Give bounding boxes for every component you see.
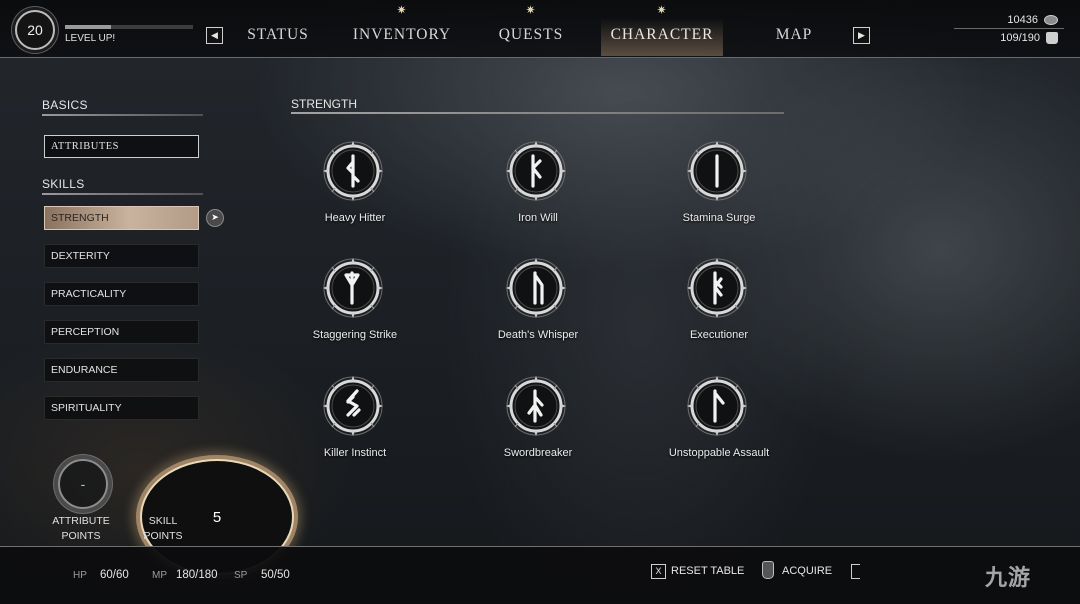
attributes-button[interactable]: ATTRIBUTES [44,135,199,158]
skill-tree-rule [291,112,784,114]
sp-label: SP [234,570,248,581]
tab-quests-label: QUESTS [498,26,564,43]
skill-category-perception[interactable]: PERCEPTION [44,320,199,344]
rune-killer-instinct-icon [323,376,383,436]
level-value: 20 [27,22,43,38]
next-tab-button[interactable]: ▶ [853,27,870,44]
top-bar: 20 LEVEL UP! ◀ STATUS ✷ INVENTORY ✷ QUES… [0,0,1080,58]
hp-label: HP [73,570,87,581]
sp-value: 50/50 [261,569,290,581]
attribute-points-badge: - [58,459,108,509]
tab-character[interactable]: ✷ CHARACTER [601,4,723,56]
skill-node-label: Killer Instinct [323,447,387,459]
skill-node-label: Unstoppable Assault [668,447,770,459]
attribute-points-label-line2: POINTS [61,530,101,542]
partial-key-icon [851,564,860,579]
acquire-key-icon[interactable] [762,561,774,579]
weight-bag-icon [1046,32,1058,44]
attribute-points-label: ATTRIBUTE POINTS [36,514,126,544]
hp-value: 60/60 [100,569,129,581]
tab-character-star-icon: ✷ [656,3,668,17]
rune-unstoppable-assault-icon [687,376,747,436]
level-up-label: LEVEL UP! [65,33,116,44]
skill-node[interactable]: Heavy Hitter [280,140,430,252]
rune-heavy-hitter-icon [323,141,383,201]
tab-quests[interactable]: ✷ QUESTS [490,4,572,56]
rune-deaths-whisper-icon [506,258,566,318]
skill-node-label: Death's Whisper [497,329,579,341]
skill-category-dexterity[interactable]: DEXTERITY [44,244,199,268]
skill-points-label: SKILL POINTS [118,514,208,544]
rune-swordbreaker-icon [506,376,566,436]
xp-bar-fill [65,25,112,29]
skill-category-endurance[interactable]: ENDURANCE [44,358,199,382]
basics-rule [42,114,203,116]
skill-node[interactable]: Swordbreaker [463,375,613,487]
currency-panel: 10436 109/190 [1000,11,1058,47]
tab-character-label: CHARACTER [610,26,714,43]
skill-node-label: Staggering Strike [312,329,398,341]
skill-node-label: Swordbreaker [503,447,573,459]
skills-rule [42,193,203,195]
tab-status[interactable]: STATUS [236,18,320,56]
xp-bar [65,25,193,29]
skill-tree-title: STRENGTH [291,97,357,111]
rune-iron-will-icon [506,141,566,201]
coin-icon [1044,15,1058,25]
skill-node[interactable]: Iron Will [463,140,613,252]
skill-node-label: Heavy Hitter [324,212,386,224]
tab-map-label: MAP [775,26,813,43]
level-badge: 20 [15,10,55,50]
selection-pointer-icon: ➤ [206,209,224,227]
rune-staggering-strike-icon [323,258,383,318]
tab-inventory-label: INVENTORY [352,26,452,43]
carry-weight-value: 109/190 [1000,32,1040,44]
watermark-logo: 九游 [985,565,1032,590]
reset-key-icon[interactable]: X [651,564,666,579]
tab-inventory[interactable]: ✷ INVENTORY [346,4,458,56]
skill-node[interactable]: Killer Instinct [280,375,430,487]
attribute-points-value: - [80,476,86,492]
skills-heading: SKILLS [42,177,85,191]
reset-table-button[interactable]: RESET TABLE [671,565,744,577]
skill-node-label: Executioner [689,329,749,341]
skill-node[interactable]: Unstoppable Assault [644,375,794,487]
skill-category-strength[interactable]: STRENGTH [44,206,199,230]
acquire-button[interactable]: ACQUIRE [782,565,832,577]
tab-inventory-star-icon: ✷ [396,3,408,17]
tab-quests-star-icon: ✷ [525,3,537,17]
skill-points-label-line1: SKILL [148,515,178,527]
skill-category-spirituality[interactable]: SPIRITUALITY [44,396,199,420]
skill-node[interactable]: Staggering Strike [280,257,430,369]
skill-node[interactable]: Stamina Surge [644,140,794,252]
skill-node-label: Stamina Surge [682,212,756,224]
attribute-points-label-line1: ATTRIBUTE [52,515,110,527]
mp-label: MP [152,570,167,581]
rune-stamina-surge-icon [687,141,747,201]
skill-points-label-line2: POINTS [143,530,183,542]
prev-tab-button[interactable]: ◀ [206,27,223,44]
skill-category-practicality[interactable]: PRACTICALITY [44,282,199,306]
skill-node[interactable]: Death's Whisper [463,257,613,369]
mp-value: 180/180 [176,569,218,581]
rune-executioner-icon [687,258,747,318]
tab-map[interactable]: MAP [764,18,824,56]
basics-heading: BASICS [42,98,88,112]
skill-node[interactable]: Executioner [644,257,794,369]
currency-value: 10436 [1007,14,1038,26]
skill-node-label: Iron Will [518,212,558,224]
skill-points-value: 5 [212,508,222,526]
tab-status-label: STATUS [247,26,309,43]
